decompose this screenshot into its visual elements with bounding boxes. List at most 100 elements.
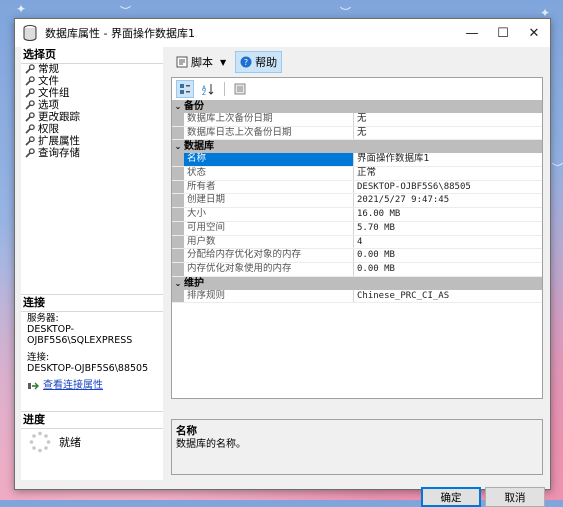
window-title: 数据库属性 - 界面操作数据库1 bbox=[45, 27, 195, 40]
description-panel: 名称 数据库的名称。 bbox=[171, 419, 543, 475]
property-grid-rows: ⌄ 备份 数据库上次备份日期无 数据库日志上次备份日期无 ⌄ 数据库 名称 界面操… bbox=[172, 100, 542, 304]
page-item-label: 查询存储 bbox=[38, 147, 80, 159]
server-value: DESKTOP-OJBF5S6\SQLEXPRESS bbox=[27, 324, 133, 346]
property-row[interactable]: 排序规则 Chinese_PRC_CI_AS bbox=[172, 289, 542, 304]
progress-header: 进度 bbox=[21, 411, 165, 429]
wrench-icon bbox=[25, 100, 35, 110]
category-backup[interactable]: ⌄ 备份 bbox=[172, 100, 542, 113]
view-connection-properties-link[interactable]: 查看连接属性 bbox=[43, 380, 103, 391]
property-row[interactable]: 可用空间 5.70 MB bbox=[172, 221, 542, 236]
categorized-view-icon[interactable] bbox=[176, 80, 194, 98]
property-grid-toolbar: AZ bbox=[172, 78, 546, 100]
category-label: 维护 bbox=[184, 277, 204, 289]
property-row[interactable]: 内存优化对象使用的内存 0.00 MB bbox=[172, 262, 542, 277]
title-bar[interactable]: 数据库属性 - 界面操作数据库1 — ☐ ✕ bbox=[15, 19, 550, 47]
property-name: 内存优化对象使用的内存 bbox=[184, 262, 354, 276]
property-row[interactable]: 创建日期 2021/5/27 9:47:45 bbox=[172, 194, 542, 209]
ok-button[interactable]: 确定 bbox=[421, 487, 481, 507]
property-row[interactable]: 数据库上次备份日期无 bbox=[172, 113, 542, 127]
star-decoration: ✦ bbox=[16, 2, 27, 16]
connection-properties-icon bbox=[28, 382, 39, 389]
page-item-change-tracking[interactable]: 更改跟踪 bbox=[25, 111, 80, 123]
property-name: 数据库日志上次备份日期 bbox=[184, 126, 354, 140]
property-grid: AZ ⌄ 备份 数据库上次备份日期无 数据库日志上次备份日期无 ⌄ 数据库 名称… bbox=[171, 77, 543, 399]
property-value: 2021/5/27 9:47:45 bbox=[357, 195, 450, 206]
script-label: 脚本 bbox=[191, 56, 213, 69]
page-item-options[interactable]: 选项 bbox=[25, 99, 80, 111]
page-item-label: 文件 bbox=[38, 75, 59, 87]
description-text: 数据库的名称。 bbox=[176, 439, 246, 450]
progress-spinner-icon bbox=[29, 431, 51, 453]
maximize-button[interactable]: ☐ bbox=[487, 19, 519, 47]
property-row[interactable]: 状态 正常 bbox=[172, 167, 542, 181]
collapse-icon[interactable]: ⌄ bbox=[172, 100, 184, 113]
collapse-icon[interactable]: ⌄ bbox=[172, 140, 184, 153]
svg-text:Z: Z bbox=[202, 90, 206, 95]
property-value: 0.00 MB bbox=[357, 250, 395, 261]
property-row[interactable]: 大小 16.00 MB bbox=[172, 208, 542, 222]
property-value: 5.70 MB bbox=[357, 222, 395, 233]
help-button[interactable]: ? 帮助 bbox=[235, 51, 283, 73]
toolbar-divider bbox=[224, 82, 225, 96]
page-item-files[interactable]: 文件 bbox=[25, 75, 80, 87]
collapse-icon[interactable]: ⌄ bbox=[172, 277, 184, 290]
property-value: 无 bbox=[357, 126, 367, 138]
connection-info: 服务器: DESKTOP-OJBF5S6\SQLEXPRESS 连接: DESK… bbox=[27, 313, 163, 391]
property-name: 所有者 bbox=[184, 180, 354, 194]
cancel-button[interactable]: 取消 bbox=[485, 487, 545, 507]
progress-status: 就绪 bbox=[59, 436, 81, 449]
property-name: 状态 bbox=[184, 167, 354, 180]
script-icon bbox=[176, 56, 188, 68]
script-button[interactable]: 脚本 ▼ bbox=[171, 51, 231, 73]
property-row[interactable]: 所有者 DESKTOP-OJBF5S6\88505 bbox=[172, 180, 542, 195]
property-row[interactable]: 数据库日志上次备份日期无 bbox=[172, 126, 542, 141]
property-value: 正常 bbox=[357, 167, 377, 179]
property-name: 排序规则 bbox=[184, 289, 354, 303]
page-item-label: 常规 bbox=[38, 63, 59, 75]
left-pane: 选择页 常规 文件 文件组 选项 更改跟踪 权限 扩展属性 查询存储 连接 服务… bbox=[21, 47, 165, 480]
connection-header: 连接 bbox=[21, 294, 165, 312]
toolbar: 脚本 ▼ ? 帮助 bbox=[171, 51, 283, 73]
server-label: 服务器: bbox=[27, 313, 59, 324]
alphabetical-sort-icon[interactable]: AZ bbox=[200, 80, 218, 98]
wrench-icon bbox=[25, 76, 35, 86]
property-name: 数据库上次备份日期 bbox=[184, 113, 354, 126]
page-item-extended-properties[interactable]: 扩展属性 bbox=[25, 135, 80, 147]
property-row[interactable]: 用户数 4 bbox=[172, 235, 542, 250]
property-pages-icon[interactable] bbox=[231, 80, 249, 98]
property-name: 大小 bbox=[184, 208, 354, 221]
category-label: 备份 bbox=[184, 101, 204, 112]
page-item-label: 选项 bbox=[38, 99, 59, 111]
bird-decoration: ︶ bbox=[120, 5, 131, 18]
page-list: 常规 文件 文件组 选项 更改跟踪 权限 扩展属性 查询存储 bbox=[25, 63, 80, 159]
wrench-icon bbox=[25, 112, 35, 122]
help-label: 帮助 bbox=[255, 56, 278, 69]
page-item-label: 权限 bbox=[38, 123, 59, 135]
page-item-general[interactable]: 常规 bbox=[25, 63, 80, 75]
page-item-permissions[interactable]: 权限 bbox=[25, 123, 80, 135]
property-value: Chinese_PRC_CI_AS bbox=[357, 290, 450, 301]
database-icon bbox=[23, 25, 37, 41]
page-item-label: 扩展属性 bbox=[38, 135, 80, 147]
page-item-label: 文件组 bbox=[38, 87, 70, 99]
select-page-header: 选择页 bbox=[21, 47, 165, 64]
property-value: 无 bbox=[357, 113, 367, 124]
page-item-label: 更改跟踪 bbox=[38, 111, 80, 123]
wrench-icon bbox=[25, 136, 35, 146]
minimize-button[interactable]: — bbox=[456, 19, 488, 47]
connection-label: 连接: bbox=[27, 352, 50, 363]
wrench-icon bbox=[25, 88, 35, 98]
wrench-icon bbox=[25, 124, 35, 134]
property-name: 创建日期 bbox=[184, 194, 354, 208]
chevron-down-icon[interactable]: ▼ bbox=[220, 58, 226, 67]
close-button[interactable]: ✕ bbox=[518, 19, 550, 47]
page-item-query-store[interactable]: 查询存储 bbox=[25, 147, 80, 159]
property-row-selected[interactable]: 名称 界面操作数据库1 bbox=[172, 153, 542, 168]
category-database[interactable]: ⌄ 数据库 bbox=[172, 140, 542, 154]
category-maintenance[interactable]: ⌄ 维护 bbox=[172, 276, 542, 290]
page-item-filegroups[interactable]: 文件组 bbox=[25, 87, 80, 99]
svg-text:?: ? bbox=[244, 58, 248, 67]
property-name: 可用空间 bbox=[184, 221, 354, 235]
property-value: 4 bbox=[357, 236, 363, 247]
property-row[interactable]: 分配给内存优化对象的内存 0.00 MB bbox=[172, 249, 542, 263]
